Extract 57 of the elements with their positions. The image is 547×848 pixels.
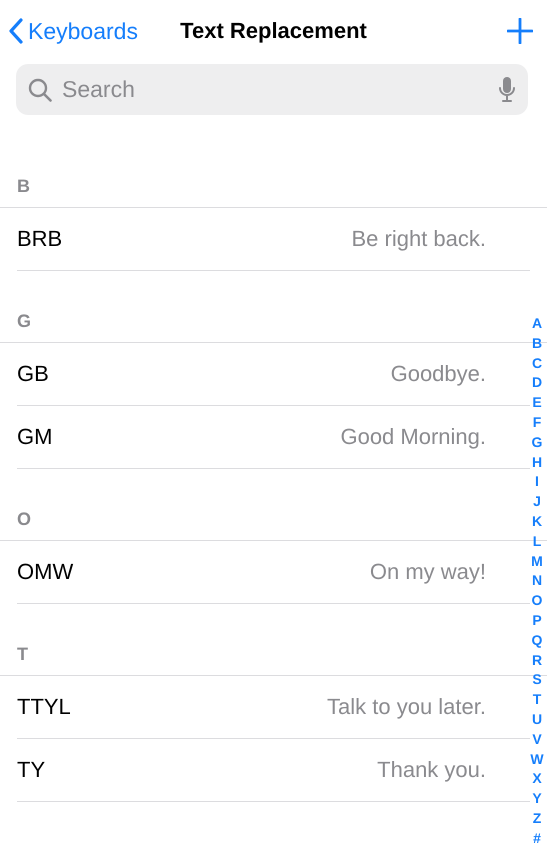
shortcut-text: TY [17,757,46,783]
index-letter[interactable]: Q [532,630,542,651]
index-letter[interactable]: T [532,690,542,710]
phrase-text: Thank you. [377,757,486,783]
index-letter[interactable]: # [533,828,541,848]
plus-icon [507,18,533,44]
section-header: T [17,644,28,665]
index-letter[interactable]: U [532,710,542,730]
shortcut-text: GB [17,361,49,387]
index-letter[interactable]: L [532,532,542,552]
phrase-text: Be right back. [351,226,486,252]
replacement-row[interactable]: TTYL Talk to you later. [17,676,530,739]
index-letter[interactable]: F [532,412,542,433]
replacement-row[interactable]: OMW On my way! [17,541,530,604]
shortcut-text: OMW [17,559,74,585]
search-field[interactable]: Search [16,64,528,115]
index-letter[interactable]: N [532,571,542,592]
chevron-left-icon [8,18,24,44]
index-letter[interactable]: A [532,314,542,334]
index-letter[interactable]: O [532,591,542,611]
microphone-icon[interactable] [498,76,516,104]
back-button[interactable]: Keyboards [8,18,138,44]
index-letter[interactable]: H [532,452,542,472]
index-letter[interactable]: S [532,670,542,690]
index-letter[interactable]: Z [532,808,542,829]
index-letter[interactable]: J [533,492,541,512]
phrase-text: Talk to you later. [327,694,486,720]
replacement-row[interactable]: TY Thank you. [17,739,530,802]
phrase-text: On my way! [370,559,486,585]
search-input[interactable]: Search [60,75,490,104]
section-header: G [17,311,32,332]
shortcut-text: BRB [17,226,62,252]
index-letter[interactable]: I [535,472,539,492]
index-letter[interactable]: M [531,552,543,572]
index-letter[interactable]: W [530,750,544,770]
index-letter[interactable]: D [532,373,542,394]
page-title: Text Replacement [180,18,367,43]
section-header: B [17,176,30,197]
index-letter[interactable]: V [532,730,542,750]
index-letter[interactable]: R [532,650,542,670]
replacement-row[interactable]: GM Good Morning. [17,406,530,469]
index-letter[interactable]: C [532,354,542,374]
replacement-row[interactable]: GB Goodbye. [17,343,530,406]
index-letter[interactable]: X [532,769,542,790]
index-letter[interactable]: K [532,512,542,532]
index-letter[interactable]: G [532,432,542,453]
shortcut-text: GM [17,424,52,450]
phrase-text: Good Morning. [340,424,486,450]
index-letter[interactable]: P [532,610,542,631]
section-header: O [17,509,32,530]
phrase-text: Goodbye. [390,361,486,387]
shortcut-text: TTYL [17,694,71,720]
index-letter[interactable]: Y [532,789,542,809]
replacement-row[interactable]: BRB Be right back. [17,208,530,271]
index-letter[interactable]: E [532,393,542,413]
search-icon [28,78,52,102]
index-letter[interactable]: B [532,334,542,354]
